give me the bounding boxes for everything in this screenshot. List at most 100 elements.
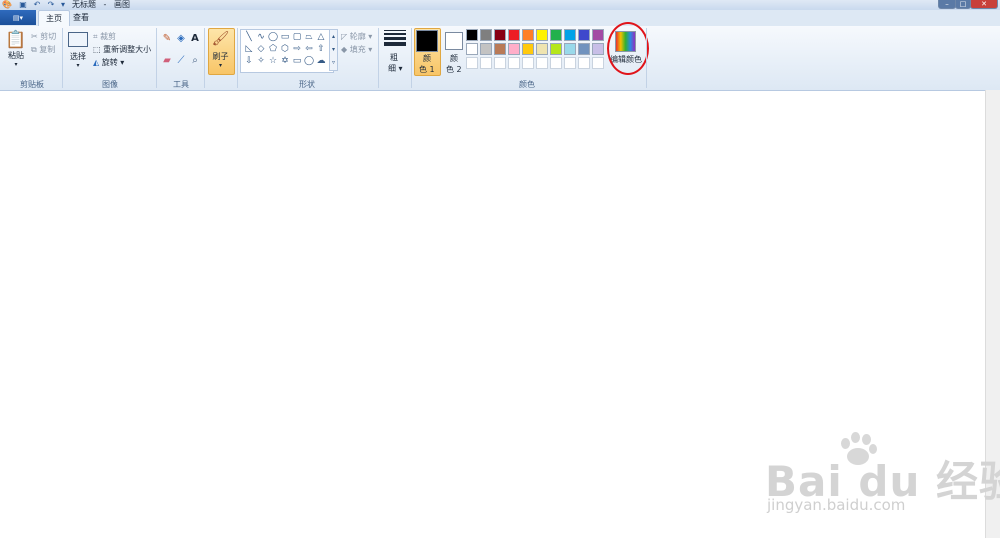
resize-button[interactable]: ⬚ 重新调整大小 [93,44,151,55]
cloud-callout-shape-icon[interactable]: ☁ [315,55,327,67]
diamond-shape-icon[interactable]: ◇ [255,43,267,55]
right-triangle-shape-icon[interactable]: ◺ [243,43,255,55]
quick-access-dropdown[interactable]: ▾ [59,0,67,9]
crop-button[interactable]: ⌗ 裁剪 [93,31,116,42]
color2-button[interactable] [445,32,463,50]
brushes-button-content: 🖌 刷子 ▾ [208,30,233,69]
window-title: 无标题 - 画图 [72,0,135,10]
size-label-2: 细 ▾ [388,64,403,73]
annotation-circle [607,22,649,75]
resize-label: 重新调整大小 [103,45,152,54]
text-icon[interactable]: A [188,33,202,45]
tools-grid: ✎ ◈ A ▰ ⟋ ⌕ [160,33,202,67]
palette-swatch[interactable] [508,29,520,41]
tools-group-label: 工具 [173,80,189,89]
palette-swatch [508,57,520,69]
hexagon-shape-icon[interactable]: ⬡ [279,43,291,55]
group-divider [411,28,412,88]
palette-swatch[interactable] [508,43,520,55]
curve-shape-icon[interactable]: ∿ [255,31,267,43]
rect-callout-shape-icon[interactable]: ▭ [291,55,303,67]
palette-swatch[interactable] [466,43,478,55]
palette-swatch [564,57,576,69]
shapes-scroll[interactable]: ▴ ▾ ▿ [329,29,338,71]
select-button[interactable]: 选择 ▾ [67,32,89,69]
palette-swatch[interactable] [592,29,604,41]
tab-bar [0,10,1000,26]
eraser-icon[interactable]: ▰ [160,55,174,67]
rotate-button[interactable]: ◭ 旋转 ▾ [93,57,124,68]
maximize-button[interactable]: □ [955,0,971,9]
watermark-url: jingyan.baidu.com [767,496,906,514]
down-arrow-shape-icon[interactable]: ⇩ [243,55,255,67]
save-icon[interactable]: ▣ [18,0,28,9]
size-button[interactable] [384,30,406,48]
palette-swatch[interactable] [564,29,576,41]
baidu-watermark: Bai du 经验 jingyan.baidu.com [765,430,1000,520]
left-arrow-shape-icon[interactable]: ⇦ [303,43,315,55]
palette-swatch [578,57,590,69]
palette-swatch[interactable] [466,29,478,41]
rectangle-shape-icon[interactable]: ▭ [279,31,291,43]
palette-swatch[interactable] [564,43,576,55]
shapes-gallery: ╲ ∿ ◯ ▭ ▢ ⏢ △ ◺ ◇ ⬠ ⬡ ⇨ ⇦ ⇧ ⇩ ✧ ☆ ✡ ▭ ◯ … [240,29,334,73]
crop-icon: ⌗ [93,32,98,41]
rotate-icon: ◭ [93,58,100,67]
palette-swatch[interactable] [522,29,534,41]
copy-icon: ⧉ [31,45,37,54]
palette-swatch[interactable] [494,29,506,41]
color1-swatch [416,30,438,52]
outline-button[interactable]: ◸ 轮廓 ▾ [341,31,372,42]
line-shape-icon[interactable]: ╲ [243,31,255,43]
palette-swatch[interactable] [480,43,492,55]
group-divider [378,28,379,88]
pentagon-shape-icon[interactable]: ⬠ [267,43,279,55]
palette-swatch[interactable] [536,29,548,41]
copy-button[interactable]: ⧉ 复制 [31,44,55,55]
undo-icon[interactable]: ↶ [32,0,42,9]
document-title: 无标题 [72,0,96,9]
palette-swatch[interactable] [592,43,604,55]
group-divider [156,28,157,88]
size-label-1: 粗 [390,53,398,62]
fill-bucket-icon[interactable]: ◈ [174,33,188,45]
color-palette [466,29,605,70]
palette-swatch[interactable] [536,43,548,55]
redo-icon[interactable]: ↷ [46,0,56,9]
cut-button[interactable]: ✂ 剪切 [31,31,56,42]
palette-swatch[interactable] [550,43,562,55]
cut-label: 剪切 [40,32,57,41]
right-arrow-shape-icon[interactable]: ⇨ [291,43,303,55]
triangle-shape-icon[interactable]: △ [315,31,327,43]
app-menu-button[interactable]: ▤▾ [0,10,36,25]
four-point-star-shape-icon[interactable]: ✧ [255,55,267,67]
color1-label-2: 色 1 [419,65,435,74]
palette-swatch[interactable] [578,29,590,41]
paste-button[interactable]: 📋 粘贴 ▾ [5,30,27,68]
close-button[interactable]: ✕ [970,0,998,9]
six-point-star-shape-icon[interactable]: ✡ [279,55,291,67]
polygon-shape-icon[interactable]: ⏢ [303,31,315,43]
palette-swatch[interactable] [578,43,590,55]
group-divider [237,28,238,88]
paint-app-icon[interactable]: 🎨 [2,0,12,9]
palette-swatch[interactable] [522,43,534,55]
tab-view[interactable]: 查看 [66,10,96,26]
minimize-button[interactable]: – [938,0,956,9]
magnifier-icon[interactable]: ⌕ [188,55,202,67]
palette-swatch [494,57,506,69]
image-group-label: 图像 [102,80,118,89]
palette-swatch [592,57,604,69]
palette-swatch[interactable] [550,29,562,41]
oval-callout-shape-icon[interactable]: ◯ [303,55,315,67]
palette-swatch[interactable] [494,43,506,55]
rounded-rectangle-shape-icon[interactable]: ▢ [291,31,303,43]
palette-swatch[interactable] [480,29,492,41]
pencil-icon[interactable]: ✎ [160,33,174,45]
five-point-star-shape-icon[interactable]: ☆ [267,55,279,67]
group-divider [62,28,63,88]
color-picker-icon[interactable]: ⟋ [174,55,188,67]
up-arrow-shape-icon[interactable]: ⇧ [315,43,327,55]
oval-shape-icon[interactable]: ◯ [267,31,279,43]
fill-button[interactable]: ◆ 填充 ▾ [341,44,372,55]
